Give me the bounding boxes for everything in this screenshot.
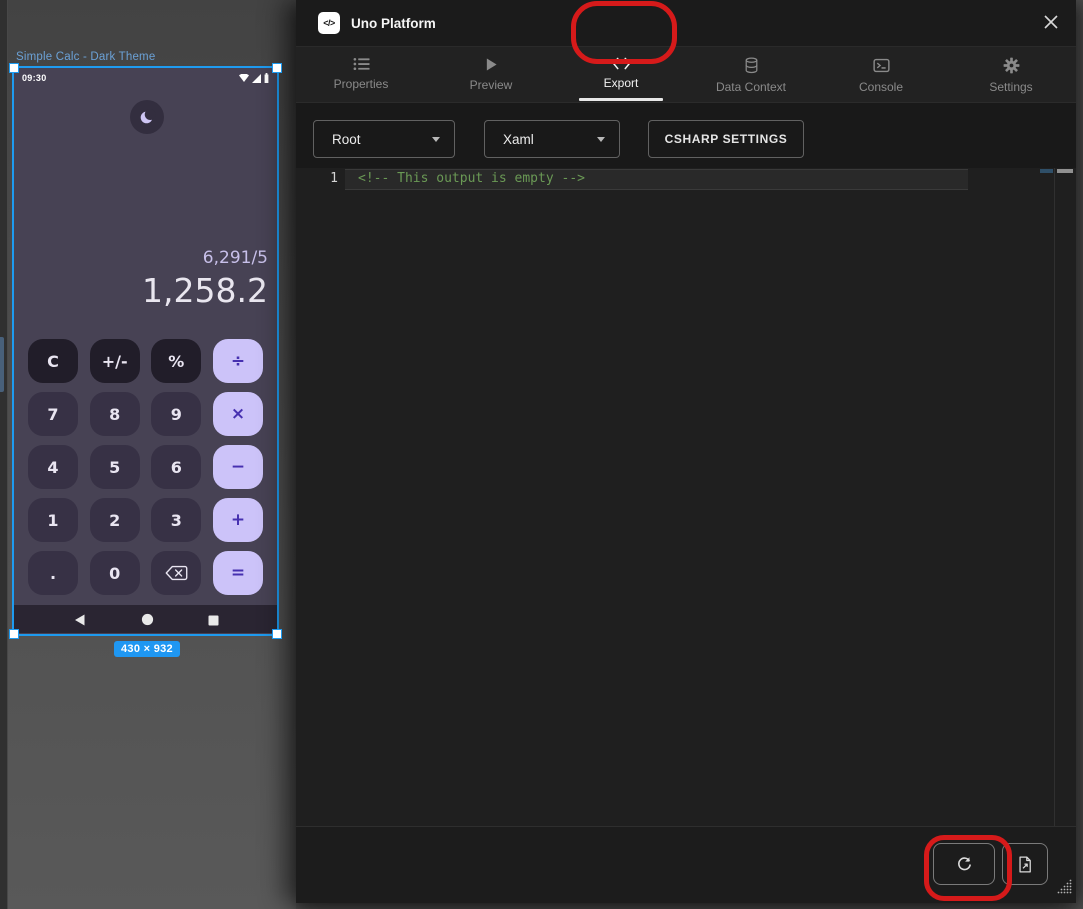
- key-decimal[interactable]: .: [28, 551, 78, 595]
- scrollbar-track-divider: [1054, 168, 1055, 827]
- gear-icon: [1003, 57, 1020, 74]
- design-canvas[interactable]: Simple Calc - Dark Theme 09:30 6,291/5 1…: [0, 0, 296, 909]
- key-equals[interactable]: =: [213, 551, 263, 595]
- format-dropdown[interactable]: Xaml: [484, 120, 620, 158]
- code-icon: [612, 57, 631, 70]
- root-dropdown[interactable]: Root: [313, 120, 455, 158]
- key-7[interactable]: 7: [28, 392, 78, 436]
- file-export-icon: [1016, 855, 1034, 874]
- key-percent[interactable]: %: [151, 339, 201, 383]
- selection-handle-top-right[interactable]: [272, 63, 282, 73]
- chevron-down-icon: [597, 137, 605, 142]
- tab-data-context[interactable]: Data Context: [686, 47, 816, 102]
- recents-icon[interactable]: [208, 613, 219, 631]
- key-add[interactable]: +: [213, 498, 263, 542]
- close-icon: [1043, 14, 1059, 30]
- wifi-icon: [239, 74, 249, 82]
- active-tab-underline: [579, 98, 663, 101]
- tab-bar: Properties Preview Export Data Context: [296, 47, 1076, 103]
- tab-settings[interactable]: Settings: [946, 47, 1076, 102]
- theme-toggle-button[interactable]: [130, 100, 164, 134]
- canvas-left-notch: [0, 337, 4, 392]
- calculator-display: 6,291/5 1,258.2: [142, 246, 268, 312]
- code-comment: <!-- This output is empty -->: [358, 171, 585, 186]
- database-icon: [743, 57, 760, 74]
- key-1[interactable]: 1: [28, 498, 78, 542]
- scrollbar-thumb[interactable]: [1057, 169, 1073, 173]
- backspace-icon: [165, 565, 188, 581]
- panel-title: Uno Platform: [351, 16, 436, 31]
- tab-export[interactable]: Export: [556, 47, 686, 102]
- status-icons: [239, 73, 269, 83]
- key-clear[interactable]: C: [28, 339, 78, 383]
- panel-header: </> Uno Platform: [296, 0, 1076, 47]
- minimap-marker: [1040, 169, 1053, 173]
- selection-size-badge: 430 × 932: [114, 641, 180, 657]
- selection-handle-top-left[interactable]: [9, 63, 19, 73]
- back-icon[interactable]: [74, 613, 85, 631]
- display-result: 1,258.2: [142, 270, 268, 312]
- key-negate[interactable]: +/-: [90, 339, 140, 383]
- code-editor[interactable]: 1 <!-- This output is empty -->: [296, 168, 1076, 827]
- frame-title-label[interactable]: Simple Calc - Dark Theme: [16, 51, 155, 63]
- key-9[interactable]: 9: [151, 392, 201, 436]
- key-4[interactable]: 4: [28, 445, 78, 489]
- tab-console[interactable]: Console: [816, 47, 946, 102]
- signal-icon: [252, 74, 261, 83]
- calculator-frame[interactable]: 09:30 6,291/5 1,258.2 C: [14, 68, 277, 634]
- refresh-icon: [955, 855, 974, 874]
- uno-logo-icon: </>: [318, 12, 340, 34]
- line-number: 1: [322, 171, 338, 186]
- selection-handle-bottom-right[interactable]: [272, 629, 282, 639]
- status-bar: 09:30: [14, 70, 277, 86]
- export-file-button[interactable]: [1002, 843, 1048, 885]
- tab-preview[interactable]: Preview: [426, 47, 556, 102]
- resize-grip[interactable]: [1056, 878, 1073, 900]
- uno-platform-panel: </> Uno Platform Properties Preview: [296, 0, 1076, 903]
- key-3[interactable]: 3: [151, 498, 201, 542]
- csharp-settings-button[interactable]: CSHARP SETTINGS: [648, 120, 804, 158]
- export-toolbar: Root Xaml CSHARP SETTINGS: [296, 103, 1076, 168]
- screen: Simple Calc - Dark Theme 09:30 6,291/5 1…: [0, 0, 1083, 909]
- key-0[interactable]: 0: [90, 551, 140, 595]
- refresh-button[interactable]: [933, 843, 995, 885]
- moon-icon: [138, 108, 156, 126]
- key-2[interactable]: 2: [90, 498, 140, 542]
- tab-properties[interactable]: Properties: [296, 47, 426, 102]
- home-icon[interactable]: [141, 613, 154, 631]
- key-subtract[interactable]: −: [213, 445, 263, 489]
- keypad: C +/- % ÷ 7 8 9 × 4 5 6 −: [28, 339, 263, 604]
- display-expression: 6,291/5: [142, 246, 268, 270]
- close-button[interactable]: [1042, 14, 1060, 32]
- chevron-down-icon: [432, 137, 440, 142]
- key-divide[interactable]: ÷: [213, 339, 263, 383]
- panel-footer: [296, 826, 1076, 903]
- key-multiply[interactable]: ×: [213, 392, 263, 436]
- key-6[interactable]: 6: [151, 445, 201, 489]
- status-time: 09:30: [22, 73, 47, 83]
- list-icon: [353, 57, 370, 71]
- battery-icon: [264, 73, 269, 83]
- play-icon: [485, 57, 498, 72]
- key-8[interactable]: 8: [90, 392, 140, 436]
- canvas-left-edge: [0, 0, 8, 909]
- key-5[interactable]: 5: [90, 445, 140, 489]
- key-backspace[interactable]: [151, 551, 201, 595]
- android-nav-bar: [14, 605, 277, 633]
- selection-handle-bottom-left[interactable]: [9, 629, 19, 639]
- terminal-icon: [873, 57, 890, 74]
